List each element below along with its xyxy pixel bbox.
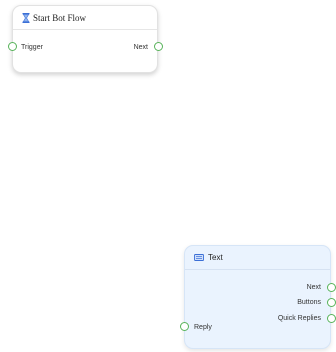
port-label-buttons: Buttons [297, 299, 321, 306]
output-port-buttons[interactable] [327, 298, 336, 307]
port-label-quick-replies: Quick Replies [277, 315, 321, 322]
flow-canvas[interactable]: Start Bot Flow Trigger Next Text Next Bu… [0, 0, 336, 352]
port-label-next: Next [306, 284, 321, 291]
port-label-next: Next [133, 44, 148, 51]
port-label-reply: Reply [194, 324, 212, 331]
node-title: Start Bot Flow [33, 12, 87, 23]
output-port-next[interactable] [327, 283, 336, 292]
output-port-next[interactable] [154, 42, 163, 51]
hourglass-icon [22, 12, 30, 23]
message-icon [194, 254, 204, 261]
output-port-quick-replies[interactable] [327, 314, 336, 323]
node-header[interactable]: Text [185, 246, 330, 270]
text-node[interactable]: Text Next Buttons Quick Replies Reply [184, 245, 331, 349]
port-label-trigger: Trigger [21, 44, 43, 51]
input-port-trigger[interactable] [8, 42, 17, 51]
node-title: Text [208, 253, 223, 262]
node-header[interactable]: Start Bot Flow [13, 6, 157, 30]
start-bot-flow-node[interactable]: Start Bot Flow Trigger Next [12, 5, 158, 73]
input-port-reply[interactable] [180, 322, 189, 331]
